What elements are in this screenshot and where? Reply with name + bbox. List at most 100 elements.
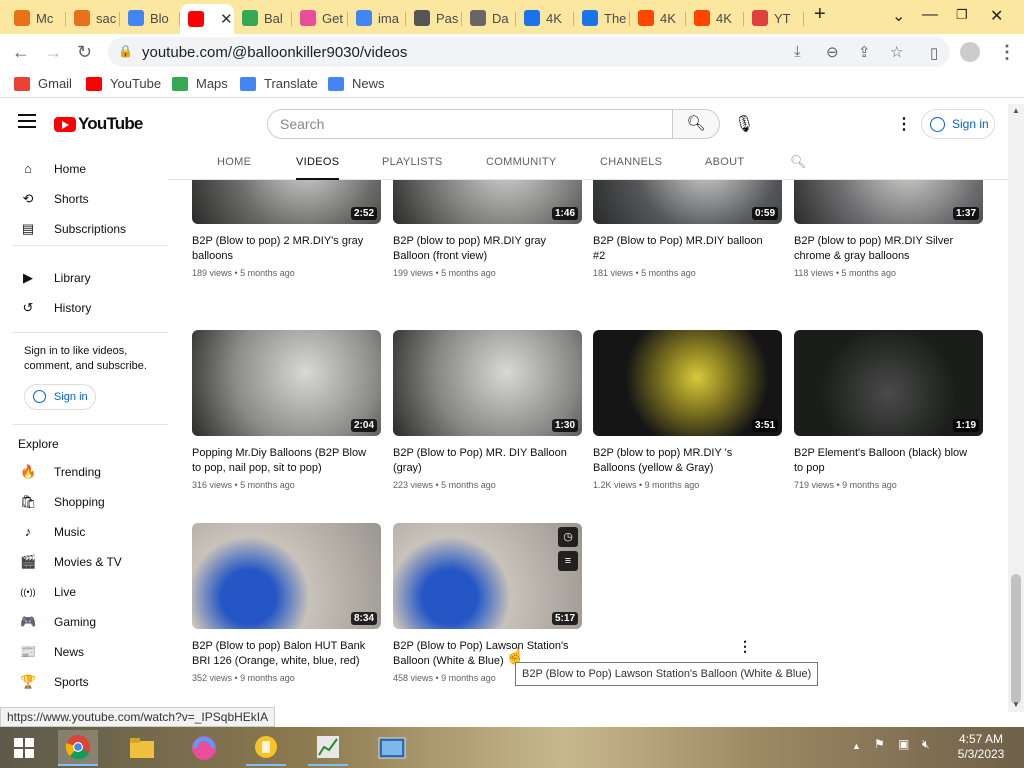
windows-start-button[interactable] [4, 730, 44, 766]
video-card[interactable]: 1:19 B2P Element's Balloon (black) blow t… [794, 330, 983, 490]
browser-tab[interactable]: Bal [234, 4, 292, 32]
video-title[interactable]: B2P (blow to pop) MR.DIY Silver chrome &… [794, 234, 974, 264]
video-title[interactable]: B2P Element's Balloon (black) blow to po… [794, 446, 974, 476]
browser-tab[interactable]: 4K [516, 4, 574, 32]
sidebar-item-movies-tv[interactable]: 🎬 Movies & TV [0, 547, 168, 577]
video-card[interactable]: 0:59 B2P (Blow to Pop) MR.DIY balloon #2 1… [593, 180, 782, 278]
share-icon[interactable]: ⇪ [858, 43, 871, 61]
sidebar-item-history[interactable]: ↺ History [0, 293, 168, 323]
taskbar-chart-app-icon[interactable] [308, 730, 348, 766]
sidebar-signin-button[interactable]: Sign in [24, 384, 96, 410]
video-card[interactable]: 1:37 B2P (blow to pop) MR.DIY Silver chro… [794, 180, 983, 278]
video-thumbnail[interactable]: 8:34 [192, 523, 381, 629]
browser-tab[interactable]: 4K [686, 4, 744, 32]
taskbar-notes-icon[interactable] [246, 730, 286, 766]
video-title[interactable]: B2P (Blow to pop) 2 MR.DIY's gray balloo… [192, 234, 372, 264]
video-title[interactable]: B2P (Blow to Pop) Lawson Station's Ballo… [393, 639, 573, 669]
taskbar-photos-icon[interactable] [372, 730, 412, 766]
scroll-down-arrow-icon[interactable]: ▼ [1012, 700, 1020, 709]
browser-tab[interactable]: Blo [120, 4, 180, 32]
forward-button[interactable]: → [44, 42, 62, 63]
menu-hamburger-icon[interactable] [18, 114, 36, 132]
tab-close-icon[interactable]: ✕ [220, 10, 233, 28]
restore-button[interactable]: ❐ [956, 7, 968, 23]
taskbar-clock[interactable]: 4:57 AM 5/3/2023 [950, 732, 1012, 762]
profile-avatar[interactable] [960, 42, 980, 62]
reload-button[interactable]: ↻ [77, 42, 92, 63]
video-title[interactable]: B2P (Blow to Pop) MR.DIY balloon #2 [593, 234, 773, 264]
tray-volume-muted-icon[interactable]: 🔇︎ [922, 737, 930, 752]
add-to-queue-icon[interactable]: ≡ [558, 551, 578, 571]
page-scrollbar[interactable]: ▲ ▼ [1008, 104, 1024, 712]
video-title[interactable]: B2P (blow to pop) MR.DIY gray Balloon (f… [393, 234, 573, 264]
browser-tab[interactable]: YT [744, 4, 804, 32]
tab-community[interactable]: COMMUNITY [486, 156, 557, 168]
settings-kebab-icon[interactable]: ⋮ [896, 114, 912, 134]
video-card[interactable]: 1:46 B2P (blow to pop) MR.DIY gray Balloo… [393, 180, 582, 278]
video-thumbnail[interactable]: 0:59 [593, 180, 782, 224]
browser-tab[interactable]: Pas [406, 4, 462, 32]
tray-network-icon[interactable]: ▣ [898, 737, 909, 751]
video-card[interactable]: 2:52 B2P (Blow to pop) 2 MR.DIY's gray ba… [192, 180, 381, 278]
tab-about[interactable]: ABOUT [705, 156, 744, 168]
tab-channels[interactable]: CHANNELS [600, 156, 662, 168]
browser-tab[interactable]: Get [292, 4, 348, 32]
video-card[interactable]: 5:17 ◷ ≡ B2P (Blow to Pop) Lawson Station's… [393, 523, 582, 683]
browser-tab[interactable]: Mc [6, 4, 66, 32]
sidebar-item-news[interactable]: 📰 News [0, 637, 168, 667]
browser-tab[interactable]: ✕ [180, 4, 234, 34]
sidebar-item-gaming[interactable]: 🎮 Gaming [0, 607, 168, 637]
chrome-menu-icon[interactable]: ⋮ [998, 42, 1016, 63]
search-button[interactable]: 🔍︎ [672, 109, 720, 139]
video-thumbnail[interactable]: 1:19 [794, 330, 983, 436]
tab-videos[interactable]: VIDEOS [296, 156, 340, 180]
tab-playlists[interactable]: PLAYLISTS [382, 156, 443, 168]
sidebar-item-home[interactable]: ⌂ Home [0, 154, 168, 184]
sidebar-item-trending[interactable]: 🔥 Trending [0, 457, 168, 487]
zoom-icon[interactable]: ⊖ [826, 43, 839, 61]
install-icon[interactable]: ⤓ [794, 43, 801, 60]
video-card[interactable]: 8:34 B2P (Blow to pop) Balon HUT Bank BRI… [192, 523, 381, 683]
browser-tab[interactable]: 4K [630, 4, 686, 32]
video-thumbnail[interactable]: 3:51 [593, 330, 782, 436]
bookmark-news[interactable]: News [328, 76, 385, 91]
tab-home[interactable]: HOME [217, 156, 251, 168]
sidebar-item-library[interactable]: ▶ Library [0, 263, 168, 293]
video-card[interactable]: 3:51 B2P (blow to pop) MR.DIY 's Balloons… [593, 330, 782, 490]
bookmark-youtube[interactable]: YouTube [86, 76, 161, 91]
sidebar-item-sports[interactable]: 🏆 Sports [0, 667, 168, 697]
video-thumbnail[interactable]: 1:30 [393, 330, 582, 436]
tray-flag-icon[interactable]: ⚑ [874, 737, 885, 751]
video-title[interactable]: Popping Mr.Diy Balloons (B2P Blow to pop… [192, 446, 372, 476]
tab-search-chevron-icon[interactable]: ⌄ [892, 6, 905, 26]
bookmark-gmail[interactable]: Gmail [14, 76, 72, 91]
video-title[interactable]: B2P (Blow to pop) Balon HUT Bank BRI 126… [192, 639, 372, 669]
browser-tab[interactable]: Da [462, 4, 516, 32]
side-panel-icon[interactable]: ▯ [930, 44, 938, 62]
scrollbar-thumb[interactable] [1011, 574, 1021, 704]
video-title[interactable]: B2P (blow to pop) MR.DIY 's Balloons (ye… [593, 446, 773, 476]
new-tab-button[interactable]: + [814, 3, 826, 26]
youtube-logo[interactable]: YouTube [54, 114, 143, 134]
video-action-menu-icon[interactable]: ⋮ [738, 638, 752, 655]
video-thumbnail[interactable]: 1:46 [393, 180, 582, 224]
address-bar[interactable]: 🔒 youtube.com/@balloonkiller9030/videos … [108, 37, 950, 67]
video-thumbnail[interactable]: 2:04 [192, 330, 381, 436]
taskbar-file-explorer-icon[interactable] [122, 730, 162, 766]
sidebar-item-subscriptions[interactable]: ▤ Subscriptions [0, 214, 168, 244]
signin-button[interactable]: Sign in [921, 109, 995, 139]
minimize-button[interactable]: — [922, 6, 938, 24]
sidebar-item-shorts[interactable]: ⟲ Shorts [0, 184, 168, 214]
taskbar-chrome-icon[interactable] [58, 730, 98, 766]
back-button[interactable]: ← [12, 42, 30, 63]
browser-tab[interactable]: ima [348, 4, 406, 32]
scroll-up-arrow-icon[interactable]: ▲ [1012, 106, 1020, 115]
sidebar-item-shopping[interactable]: 🛍 Shopping [0, 487, 168, 517]
video-thumbnail[interactable]: 2:52 [192, 180, 381, 224]
close-window-button[interactable]: ✕ [990, 6, 1003, 26]
video-thumbnail[interactable]: 1:37 [794, 180, 983, 224]
taskbar-app-swirl-icon[interactable] [184, 730, 224, 766]
watch-later-clock-icon[interactable]: ◷ [558, 527, 578, 547]
microphone-icon[interactable]: 🎙︎ [734, 114, 754, 134]
video-card[interactable]: 2:04 Popping Mr.Diy Balloons (B2P Blow to… [192, 330, 381, 490]
